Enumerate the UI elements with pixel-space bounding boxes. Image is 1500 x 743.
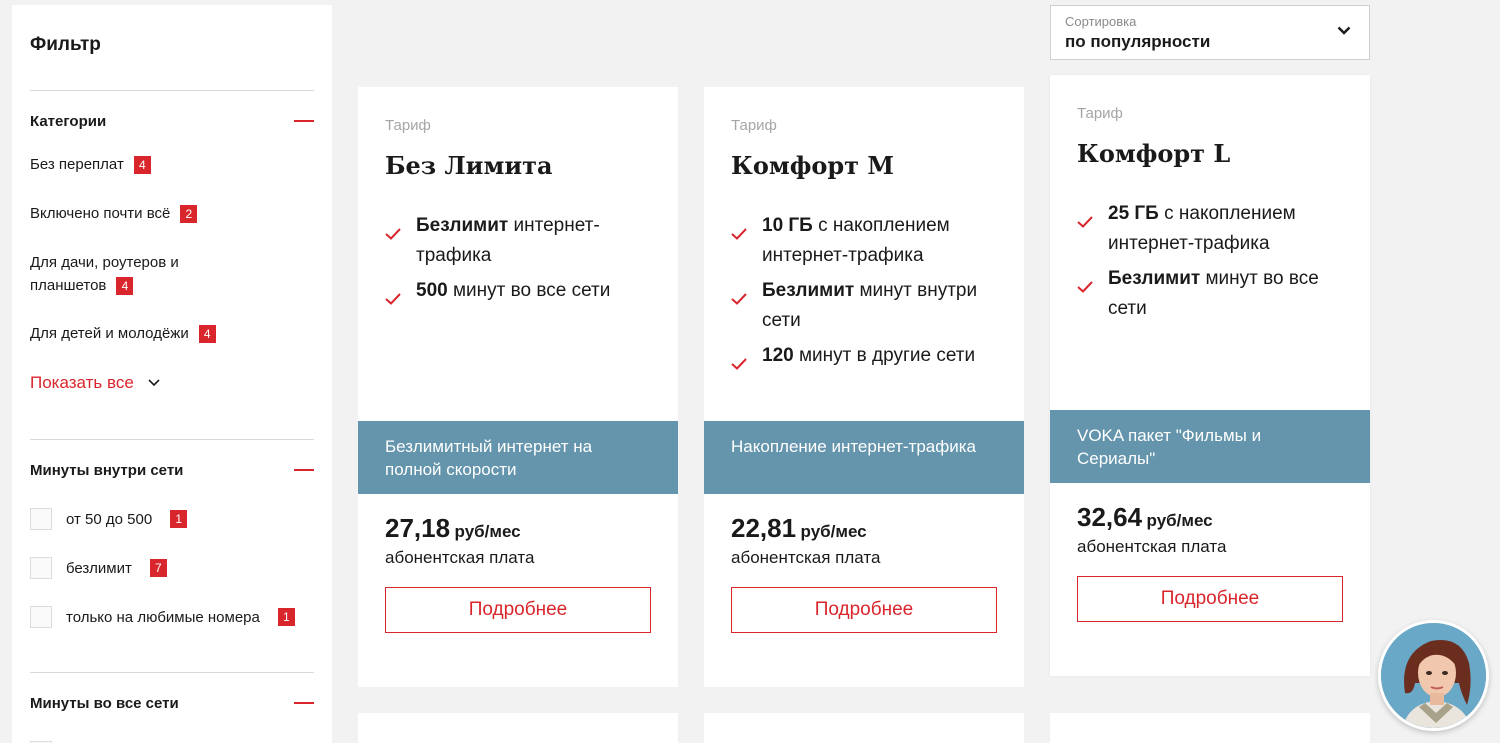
section-heading: Минуты во все сети [30,694,179,712]
section-categories[interactable]: Категории [30,111,314,131]
minus-icon[interactable] [294,120,314,122]
price-value: 22,81 [731,513,797,543]
divider [30,672,314,673]
price-subtitle: абонентская плата [731,548,881,567]
feature-item: 25 ГБ с накоплением интернет-трафика [1077,199,1350,259]
count-badge: 7 [149,559,167,577]
divider [30,439,314,440]
count-badge: 2 [180,204,198,223]
card-label: Тариф [385,117,431,134]
category-item[interactable]: Для детей и молодёжи 4 [30,322,216,345]
tariff-card: Тариф Комфорт М 10 ГБ с накоплением инте… [704,87,1024,687]
filter-checkbox-row[interactable]: от 50 до 500 1 [30,508,188,530]
card-title: Комфорт М [731,151,894,180]
checkbox[interactable] [30,606,52,628]
section-heading: Минуты внутри сети [30,461,184,479]
tariff-card-stub [704,713,1024,743]
check-icon [1077,199,1108,259]
card-title: Без Лимита [385,151,553,180]
check-icon [731,341,762,380]
count-badge: 4 [198,324,216,343]
sort-value: по популярности [1065,32,1211,51]
price-value: 27,18 [385,513,451,543]
category-item[interactable]: Включено почти всё 2 [30,202,198,225]
feature-item: 120 минут в другие сети [731,341,1004,380]
category-item[interactable]: Для дачи, роутеров и планшетов 4 [30,251,179,297]
price-subtitle: абонентская плата [385,548,535,567]
price-value: 32,64 [1077,502,1143,532]
price-unit: руб/мес [1146,511,1213,530]
card-highlight-band: VOKA пакет "Фильмы и Сериалы" [1050,410,1370,483]
card-title: Комфорт L [1077,139,1231,168]
chevron-down-icon [1337,26,1351,35]
divider [30,90,314,91]
count-badge: 1 [170,510,188,528]
check-icon [731,211,762,271]
details-button[interactable]: Подробнее [731,587,997,633]
chevron-down-icon [148,379,160,387]
tariff-card: Тариф Комфорт L 25 ГБ с накоплением инте… [1050,75,1370,676]
show-all-link[interactable]: Показать все [30,373,160,393]
checkbox[interactable] [30,557,52,579]
feature-item: 500 минут во все сети [385,276,658,315]
tariff-card-stub [1050,713,1370,743]
feature-list: 10 ГБ с накоплением интернет-трафика Без… [731,211,1004,385]
price-block: 27,18 руб/мес абонентская плата [385,513,534,568]
count-badge: 4 [116,276,134,295]
sort-dropdown[interactable]: Сортировка по популярности [1050,5,1370,60]
card-highlight-band: Безлимитный интернет на полной скорости [358,421,678,494]
check-icon [1077,264,1108,324]
price-subtitle: абонентская плата [1077,537,1227,556]
assistant-avatar[interactable] [1378,620,1489,731]
sort-label: Сортировка [1065,14,1137,29]
feature-item: Безлимит интернет-трафика [385,211,658,271]
check-icon [385,276,416,315]
feature-item: 10 ГБ с накоплением интернет-трафика [731,211,1004,271]
feature-item: Безлимит минут во все сети [1077,264,1350,324]
filter-sidebar: Фильтр Категории Без переплат 4 Включено… [12,5,332,743]
checkbox[interactable] [30,508,52,530]
check-icon [731,276,762,336]
card-label: Тариф [731,117,777,134]
tariff-card-stub [358,713,678,743]
minus-icon[interactable] [294,702,314,704]
card-label: Тариф [1077,105,1123,122]
filter-checkbox-row[interactable]: безлимит 7 [30,557,167,579]
filter-checkbox-row[interactable]: только на любимые номера 1 [30,606,295,628]
feature-list: 25 ГБ с накоплением интернет-трафика Без… [1077,199,1350,329]
filter-title: Фильтр [30,34,101,55]
feature-item: Безлимит минут внутри сети [731,276,1004,336]
price-unit: руб/мес [800,522,867,541]
section-minutes-all[interactable]: Минуты во все сети [30,693,314,713]
count-badge: 4 [133,155,151,174]
details-button[interactable]: Подробнее [1077,576,1343,622]
count-badge: 1 [277,608,295,626]
tariff-card: Тариф Без Лимита Безлимит интернет-трафи… [358,87,678,687]
price-block: 22,81 руб/мес абонентская плата [731,513,880,568]
feature-list: Безлимит интернет-трафика 500 минут во в… [385,211,658,320]
card-highlight-band: Накопление интернет-трафика [704,421,1024,494]
section-minutes-inside[interactable]: Минуты внутри сети [30,460,314,480]
category-item[interactable]: Без переплат 4 [30,153,151,176]
price-unit: руб/мес [454,522,521,541]
price-block: 32,64 руб/мес абонентская плата [1077,502,1226,557]
check-icon [385,211,416,271]
minus-icon[interactable] [294,469,314,471]
details-button[interactable]: Подробнее [385,587,651,633]
section-heading: Категории [30,112,107,130]
assistant-portrait-icon [1381,623,1486,728]
